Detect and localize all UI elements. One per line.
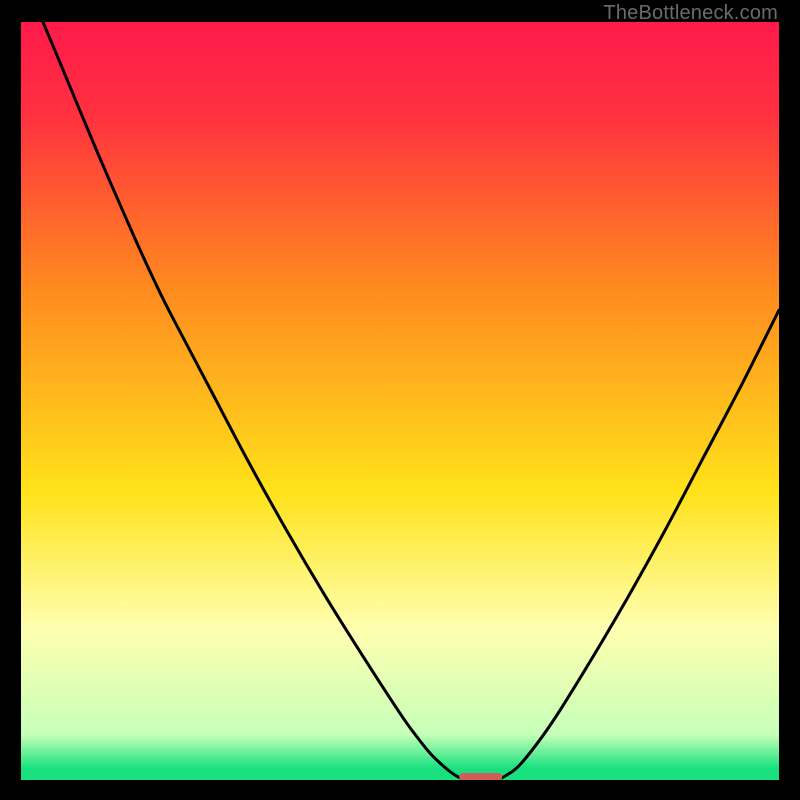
- gradient-background: [21, 22, 779, 780]
- chart-frame: TheBottleneck.com: [0, 0, 800, 800]
- bottleneck-marker: [459, 773, 502, 780]
- watermark-text: TheBottleneck.com: [603, 2, 778, 25]
- bottleneck-chart: [21, 22, 779, 780]
